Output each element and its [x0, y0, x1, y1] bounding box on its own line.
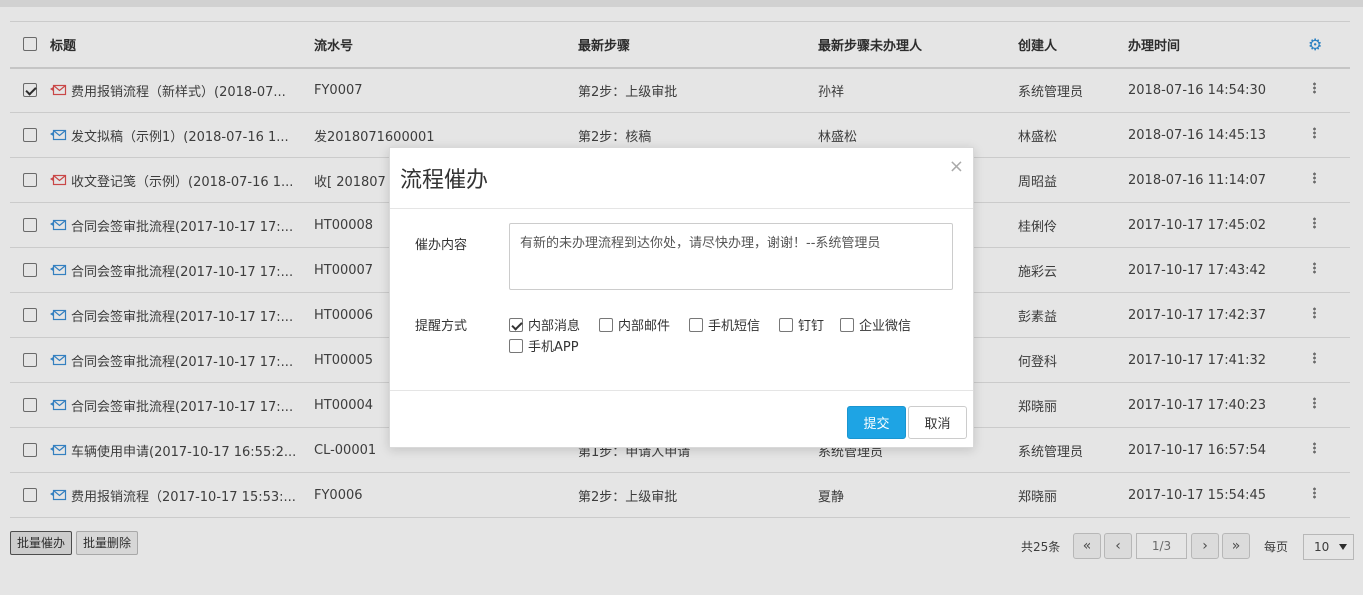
remind-option-checkbox[interactable] — [840, 317, 854, 332]
remind-option[interactable]: 内部邮件 — [599, 315, 670, 334]
close-icon[interactable]: × — [949, 156, 964, 177]
remind-option-checkbox[interactable] — [599, 317, 613, 332]
remind-option-label: 手机短信 — [708, 319, 761, 334]
cancel-button[interactable]: 取消 — [908, 406, 967, 439]
remind-option-checkbox[interactable] — [509, 317, 523, 332]
remind-option-checkbox[interactable] — [779, 317, 793, 332]
remind-option[interactable]: 企业微信 — [840, 315, 911, 334]
remind-option-checkbox[interactable] — [689, 317, 703, 332]
remind-option[interactable]: 钉钉 — [779, 315, 824, 334]
method-label: 提醒方式 — [415, 319, 468, 334]
remind-option-label: 手机APP — [528, 340, 579, 355]
remind-option-label: 内部消息 — [528, 319, 581, 334]
remind-option[interactable]: 手机APP — [509, 336, 579, 355]
remind-option[interactable]: 内部消息 — [509, 315, 580, 334]
submit-button[interactable]: 提交 — [847, 406, 906, 439]
content-label: 催办内容 — [415, 238, 468, 253]
dialog-title: 流程催办 — [400, 168, 489, 193]
remind-option-label: 钉钉 — [798, 319, 825, 334]
remind-option-label: 内部邮件 — [618, 319, 671, 334]
remind-content-textarea[interactable]: 有新的未办理流程到达你处，请尽快办理，谢谢！--系统管理员 — [509, 223, 953, 290]
remind-option-checkbox[interactable] — [509, 338, 523, 353]
remind-option[interactable]: 手机短信 — [689, 315, 760, 334]
remind-option-label: 企业微信 — [859, 319, 912, 334]
dialog-header: 流程催办 × — [390, 148, 973, 209]
dialog-footer: 提交 取消 — [390, 390, 973, 448]
remind-dialog: 流程催办 × 催办内容 有新的未办理流程到达你处，请尽快办理，谢谢！--系统管理… — [389, 147, 974, 448]
